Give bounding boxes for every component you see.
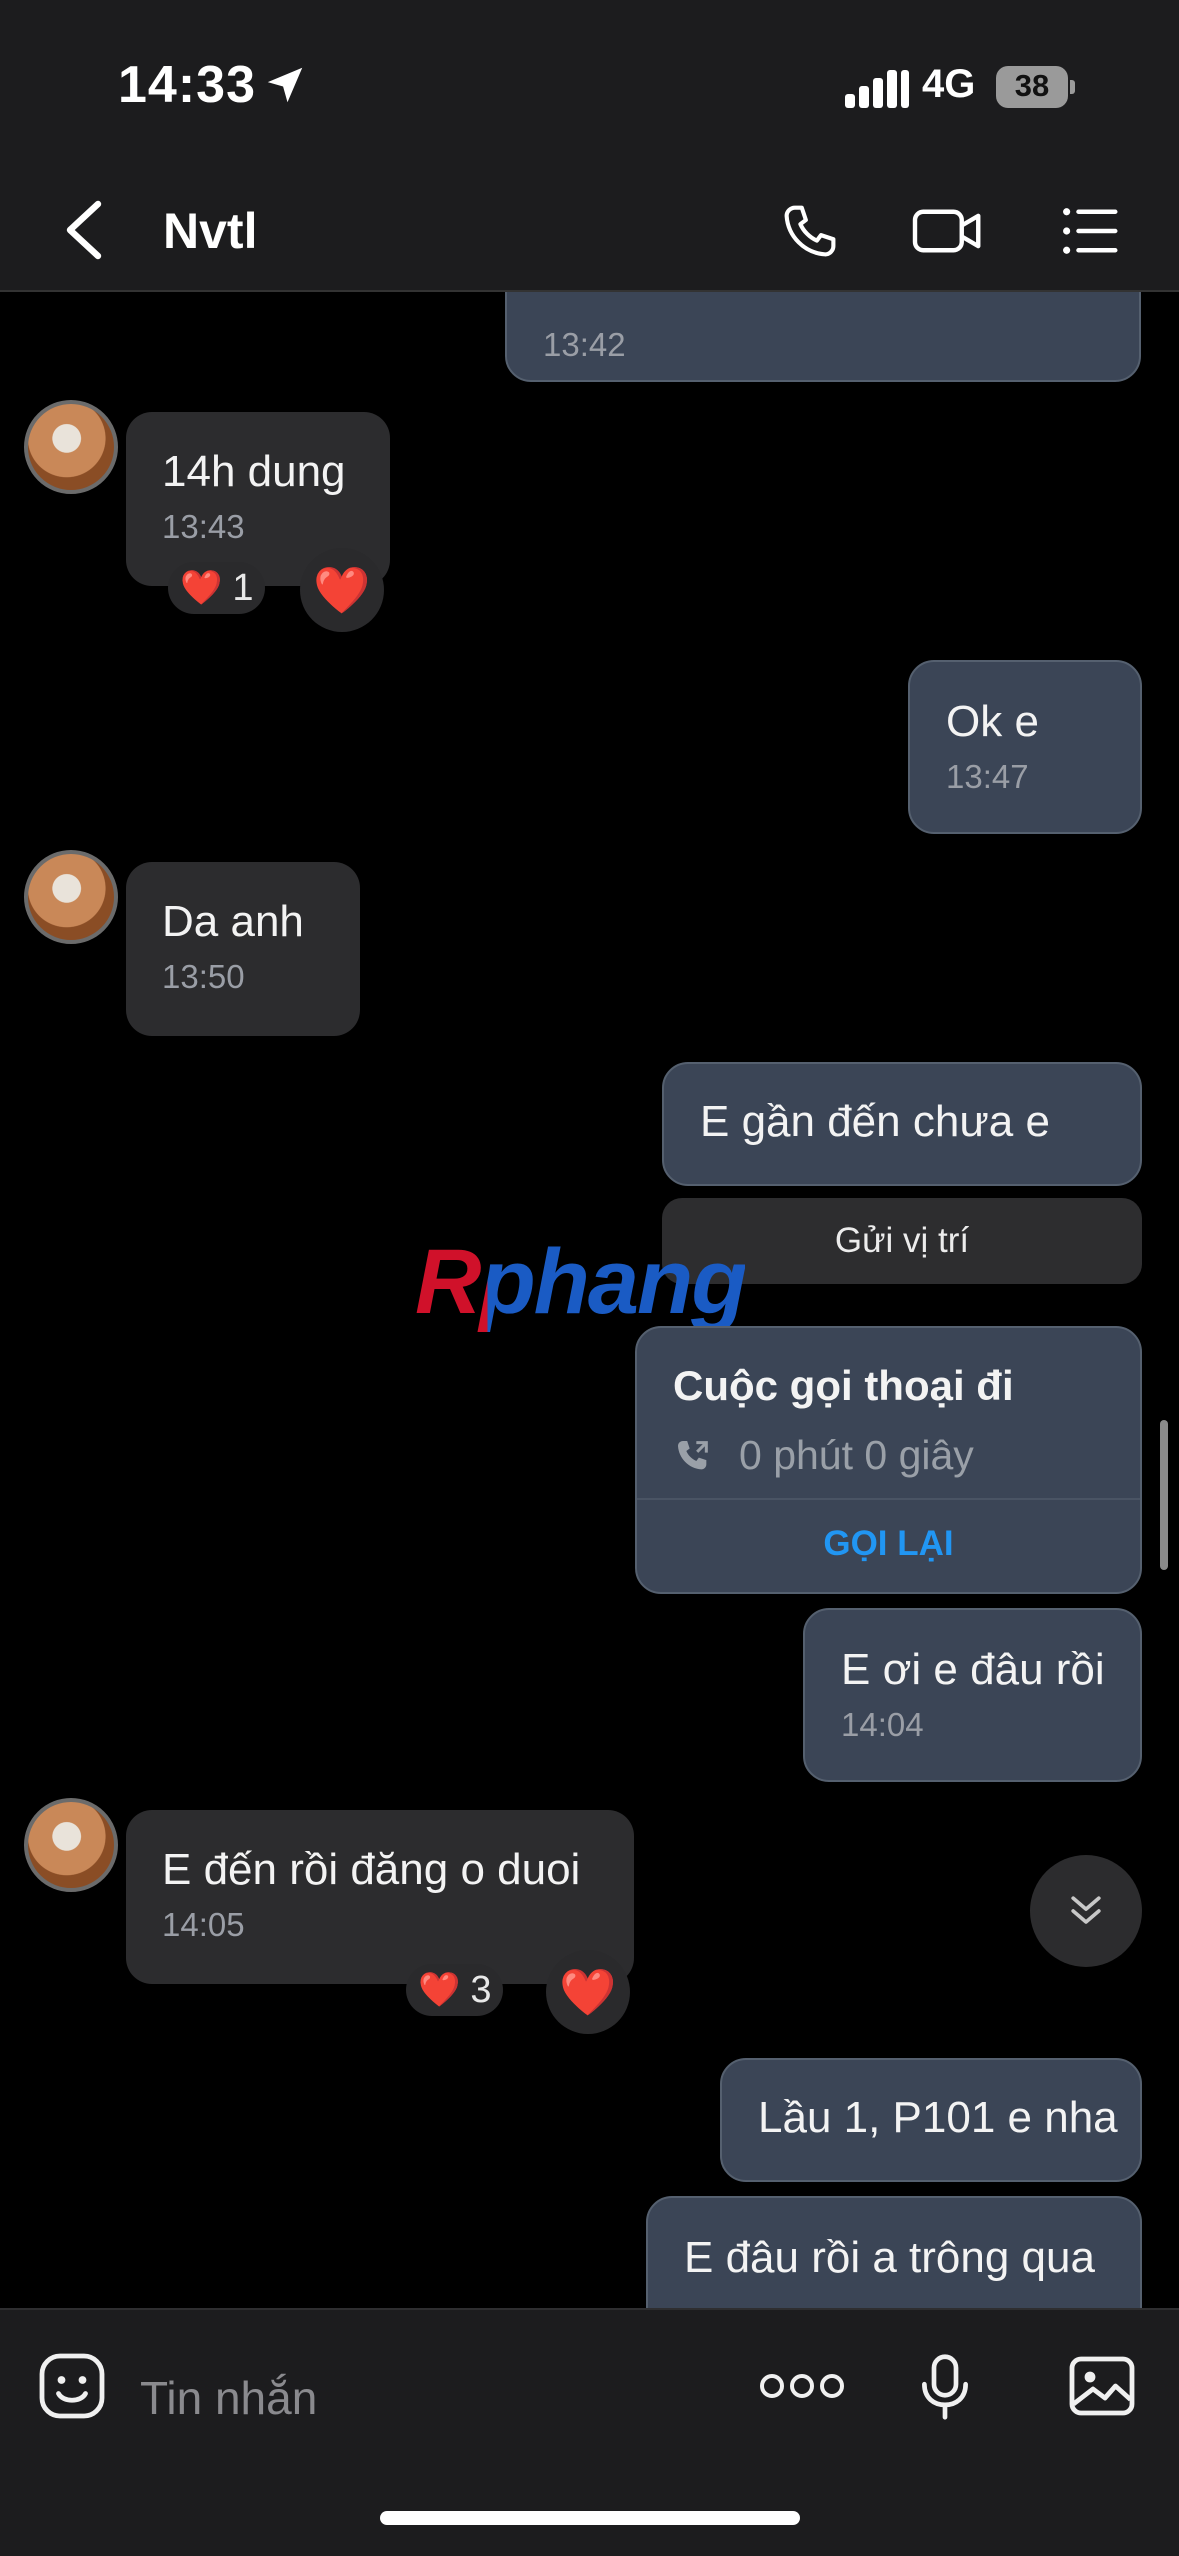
reaction-summary[interactable]: ❤️ 3: [406, 1964, 504, 2016]
heart-icon: ❤️: [559, 1965, 617, 2018]
message-text: 14h dung: [162, 447, 346, 496]
message-bubble-in[interactable]: E đến rồi đăng o duoi 14:05: [126, 1810, 634, 1984]
message-text: Lầu 1, P101 e nha: [758, 2093, 1118, 2142]
heart-icon: ❤️: [418, 1971, 461, 2009]
reaction-summary[interactable]: ❤️ 1: [168, 562, 266, 614]
message-time: 13:43: [162, 508, 245, 545]
battery-icon: 38: [996, 66, 1075, 108]
sticker-icon[interactable]: [36, 2350, 108, 2422]
menu-icon[interactable]: [1055, 198, 1125, 264]
message-text: Da anh: [162, 897, 304, 946]
mic-icon[interactable]: [912, 2350, 978, 2424]
message-time: 13:47: [946, 758, 1029, 795]
message-bubble-out[interactable]: Ok e 13:47: [908, 660, 1142, 834]
divider: [637, 1498, 1140, 1500]
chat-title[interactable]: Nvtl: [163, 202, 257, 260]
message-time: 14:05: [162, 1906, 245, 1943]
double-chevron-down-icon: [1071, 1896, 1101, 1924]
message-text: E đến rồi đăng o duoi: [162, 1845, 581, 1894]
send-location-label: Gửi vị trí: [834, 1221, 970, 1260]
location-arrow-icon: [267, 67, 303, 103]
home-indicator[interactable]: [380, 2511, 800, 2525]
message-bubble-in[interactable]: Da anh 13:50: [126, 862, 360, 1036]
message-bubble-out[interactable]: E đâu rồi a trông qua: [646, 2196, 1142, 2308]
scroll-to-bottom-button[interactable]: [1030, 1855, 1142, 1967]
message-text: E ơi e đâu rồi: [841, 1645, 1105, 1694]
network-type: 4G: [922, 62, 976, 106]
message-text: E gần đến chưa e: [700, 1097, 1050, 1146]
message-text: Ok e: [946, 697, 1039, 746]
video-icon[interactable]: [908, 198, 988, 264]
image-icon[interactable]: [1066, 2352, 1138, 2420]
signal-icon: [845, 70, 909, 108]
message-list[interactable]: 13:42 14h dung 13:43 ❤️ 1 ❤️ Ok e 13:47 …: [0, 292, 1179, 2308]
reaction-count: 1: [232, 566, 254, 609]
avatar[interactable]: [24, 850, 118, 944]
status-bar: 14:33 4G 38: [0, 0, 1179, 170]
reaction-count: 3: [470, 1968, 492, 2011]
message-time: 13:50: [162, 958, 245, 995]
phone-icon[interactable]: [775, 198, 845, 264]
battery-level: 38: [1014, 68, 1050, 103]
message-input[interactable]: [140, 2358, 700, 2438]
call-duration: 0 phút 0 giây: [673, 1432, 974, 1479]
chat-header: Nvtl: [0, 170, 1179, 292]
message-bubble-out[interactable]: E ơi e đâu rồi 14:04: [803, 1608, 1142, 1782]
react-heart-button[interactable]: ❤️: [546, 1950, 630, 2034]
status-time: 14:33: [118, 56, 256, 114]
message-bubble-out[interactable]: 13:42: [505, 292, 1141, 382]
heart-icon: ❤️: [180, 569, 223, 607]
message-text: E đâu rồi a trông qua: [684, 2233, 1095, 2282]
watermark-logo: Rphang: [415, 1231, 747, 1333]
scrollbar[interactable]: [1160, 1420, 1168, 1570]
outgoing-call-icon: [678, 1440, 708, 1469]
more-icon[interactable]: [758, 2366, 846, 2406]
back-icon[interactable]: [62, 200, 106, 260]
message-bubble-out[interactable]: E gần đến chưa e: [662, 1062, 1142, 1186]
message-time: 13:42: [543, 326, 626, 363]
react-heart-button[interactable]: ❤️: [300, 548, 384, 632]
call-title: Cuộc gọi thoại đi: [673, 1362, 1014, 1409]
avatar[interactable]: [24, 1798, 118, 1892]
call-card[interactable]: Cuộc gọi thoại đi 0 phút 0 giây GỌI LẠI: [635, 1326, 1142, 1594]
message-bubble-out[interactable]: Lầu 1, P101 e nha: [720, 2058, 1142, 2182]
call-again-button[interactable]: GỌI LẠI: [637, 1524, 1140, 1564]
heart-icon: ❤️: [313, 563, 371, 616]
call-duration-text: 0 phút 0 giây: [739, 1432, 974, 1478]
message-time: 14:04: [841, 1706, 924, 1743]
avatar[interactable]: [24, 400, 118, 494]
